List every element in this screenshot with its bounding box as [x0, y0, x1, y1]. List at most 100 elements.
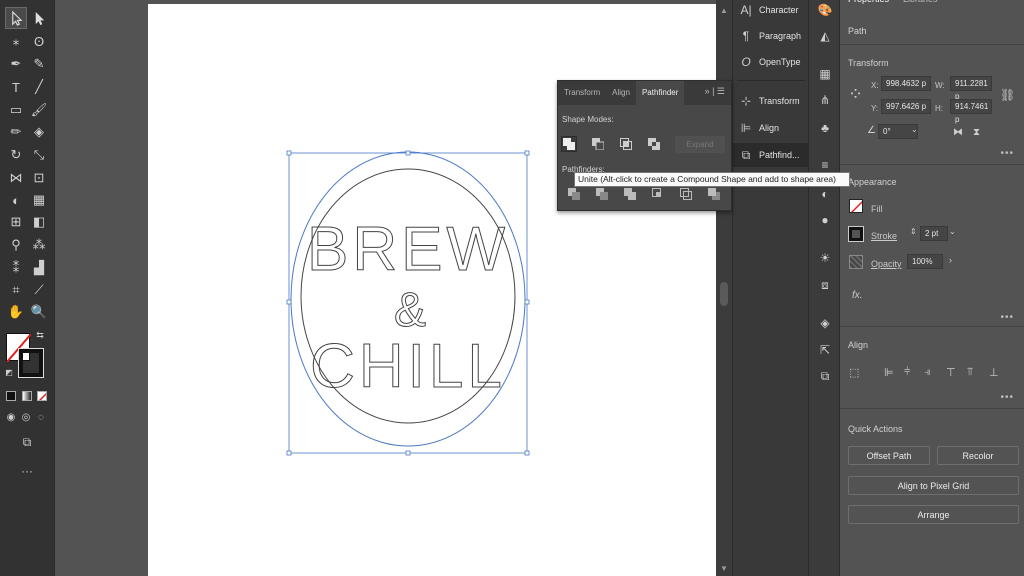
fx-button[interactable]: fx. — [852, 290, 863, 301]
dock-item-pathfinder[interactable]: ⧉ Pathfind... — [733, 143, 809, 167]
gradient-mode-button[interactable] — [22, 391, 32, 401]
align-top-icon[interactable]: ⊤ — [946, 366, 956, 379]
scroll-up-icon[interactable]: ▲ — [719, 6, 729, 15]
stroke-stepper-icon[interactable]: ⇕ — [910, 227, 917, 236]
tab-properties[interactable]: Properties — [848, 0, 889, 8]
magic-wand-tool-icon[interactable]: ⁎ — [6, 31, 26, 51]
brushes-icon[interactable]: ⋔ — [817, 92, 833, 108]
perspective-grid-tool-icon[interactable]: ▦ — [29, 190, 49, 210]
eyedropper-tool-icon[interactable]: ⚲ — [6, 235, 26, 255]
direct-selection-tool-icon[interactable] — [29, 8, 49, 28]
draw-normal-icon[interactable]: ◉ — [4, 410, 18, 424]
paintbrush-tool-icon[interactable]: 🖌 — [29, 100, 49, 120]
zoom-tool-icon[interactable]: 🔍 — [29, 302, 49, 322]
exclude-button[interactable] — [646, 136, 662, 152]
dock-item-character[interactable]: A| Character — [733, 0, 809, 22]
align-left-icon[interactable]: ⊫ — [884, 366, 894, 379]
minus-back-button[interactable] — [706, 186, 722, 202]
outline-button[interactable] — [678, 186, 694, 202]
appearance-panel-icon[interactable]: ● — [817, 212, 833, 228]
flip-vertical-icon[interactable]: ⧗ — [973, 127, 980, 138]
stroke-color-swatch[interactable] — [848, 226, 864, 242]
opacity-label[interactable]: Opacity — [871, 259, 902, 269]
mesh-tool-icon[interactable]: ⊞ — [6, 212, 26, 232]
panel-menu-icon[interactable]: » | ☰ — [705, 86, 725, 97]
gradient-tool-icon[interactable]: ◧ — [29, 212, 49, 232]
dock-item-transform[interactable]: ⊹ Transform — [733, 89, 809, 113]
intersect-button[interactable] — [618, 136, 634, 152]
dock-item-paragraph[interactable]: ¶ Paragraph — [733, 24, 809, 48]
symbols-icon[interactable]: ♣ — [817, 120, 833, 136]
trim-button[interactable] — [594, 186, 610, 202]
x-field[interactable]: 998.4632 p — [881, 76, 931, 91]
draw-behind-icon[interactable]: ◎ — [19, 410, 33, 424]
free-transform-tool-icon[interactable]: ⊡ — [29, 168, 49, 188]
draw-inside-icon[interactable]: ◌ — [34, 410, 48, 424]
dock-item-align[interactable]: ⊫ Align — [733, 116, 809, 140]
link-proportions-icon[interactable]: ⛓ — [1000, 88, 1015, 102]
tab-transform[interactable]: Transform — [558, 81, 606, 105]
artboard-tool-icon[interactable]: ⌗ — [6, 280, 26, 300]
blend-tool-icon[interactable]: ⁂ — [29, 235, 49, 255]
width-tool-icon[interactable]: ⋈ — [6, 168, 26, 188]
layers-icon[interactable]: ◈ — [817, 315, 833, 331]
scroll-thumb[interactable] — [720, 282, 728, 306]
stroke-label[interactable]: Stroke — [871, 231, 897, 241]
rotate-tool-icon[interactable]: ↻ — [6, 145, 26, 165]
align-to-selection-icon[interactable]: ⬚ — [849, 366, 859, 379]
chevron-right-icon[interactable]: › — [949, 255, 952, 265]
graphic-styles-icon[interactable]: ⧈ — [817, 277, 833, 293]
height-field[interactable]: 914.7461 p — [950, 99, 992, 124]
minus-front-button[interactable] — [590, 136, 606, 152]
lasso-tool-icon[interactable]: ʘ — [29, 31, 49, 51]
swatches-icon[interactable]: ▦ — [817, 66, 833, 82]
reference-point-icon[interactable]: ⁘ — [848, 84, 863, 105]
align-horizontal-center-icon[interactable]: ⫩ — [904, 366, 910, 379]
edit-toolbar-icon[interactable]: ··· — [17, 462, 37, 480]
graph-tool-icon[interactable]: ▟ — [29, 258, 49, 278]
rectangle-tool-icon[interactable]: ▭ — [6, 100, 26, 120]
chevron-down-icon[interactable]: ⌄ — [911, 125, 918, 134]
line-tool-icon[interactable]: ╱ — [29, 77, 49, 97]
pen-tool-icon[interactable]: ✒ — [6, 54, 26, 74]
scale-tool-icon[interactable]: ⤡ — [29, 145, 49, 165]
export-icon[interactable]: ⇱ — [817, 342, 833, 358]
selection-tool-icon[interactable] — [5, 7, 27, 29]
screen-mode-icon[interactable]: ⧉ — [17, 433, 37, 451]
opacity-field[interactable]: 100% — [907, 254, 943, 269]
color-guide-icon[interactable]: 🎨 — [817, 2, 833, 18]
tab-align[interactable]: Align — [606, 81, 636, 105]
color-mode-button[interactable] — [6, 391, 16, 401]
slice-tool-icon[interactable]: ⟋ — [29, 280, 49, 300]
appearance-more-icon[interactable]: ••• — [1000, 312, 1014, 323]
chevron-down-icon[interactable]: ⌄ — [949, 227, 956, 236]
unite-button[interactable] — [561, 136, 577, 152]
align-vertical-center-icon[interactable]: ⫪ — [967, 366, 973, 379]
shape-builder-tool-icon[interactable]: ◐ — [6, 190, 26, 210]
image-trace-icon[interactable]: ☀ — [817, 250, 833, 266]
stroke-panel-icon[interactable]: ≡ — [817, 157, 833, 173]
align-more-icon[interactable]: ••• — [1000, 392, 1014, 403]
dock-item-opentype[interactable]: O OpenType — [733, 50, 809, 74]
fill-color-swatch[interactable] — [849, 199, 863, 213]
arrange-button[interactable]: Arrange — [848, 505, 1019, 524]
swap-fill-stroke-icon[interactable]: ⇆ — [34, 329, 46, 341]
transform-more-icon[interactable]: ••• — [1000, 148, 1014, 159]
stroke-weight-field[interactable]: 2 pt — [920, 226, 948, 241]
scroll-down-icon[interactable]: ▼ — [719, 564, 729, 573]
artwork-logo[interactable]: BREW & CHILL — [290, 151, 526, 447]
symbol-sprayer-tool-icon[interactable]: ⁑ — [6, 258, 26, 278]
transparency-icon[interactable]: ◐ — [817, 186, 833, 202]
offset-path-button[interactable]: Offset Path — [848, 446, 930, 465]
stroke-swatch[interactable] — [18, 348, 44, 378]
curvature-tool-icon[interactable]: ✎ — [29, 54, 49, 74]
pencil-tool-icon[interactable]: ✏ — [6, 122, 26, 142]
gradient-panel-icon[interactable]: ◭ — [817, 28, 833, 44]
none-mode-button[interactable] — [37, 391, 47, 401]
y-field[interactable]: 997.6426 p — [881, 99, 931, 114]
type-tool-icon[interactable]: T — [6, 77, 26, 97]
crop-button[interactable] — [650, 186, 666, 202]
eraser-tool-icon[interactable]: ◈ — [29, 122, 49, 142]
width-field[interactable]: 911.2281 p — [950, 76, 992, 101]
hand-tool-icon[interactable]: ✋ — [6, 302, 26, 322]
